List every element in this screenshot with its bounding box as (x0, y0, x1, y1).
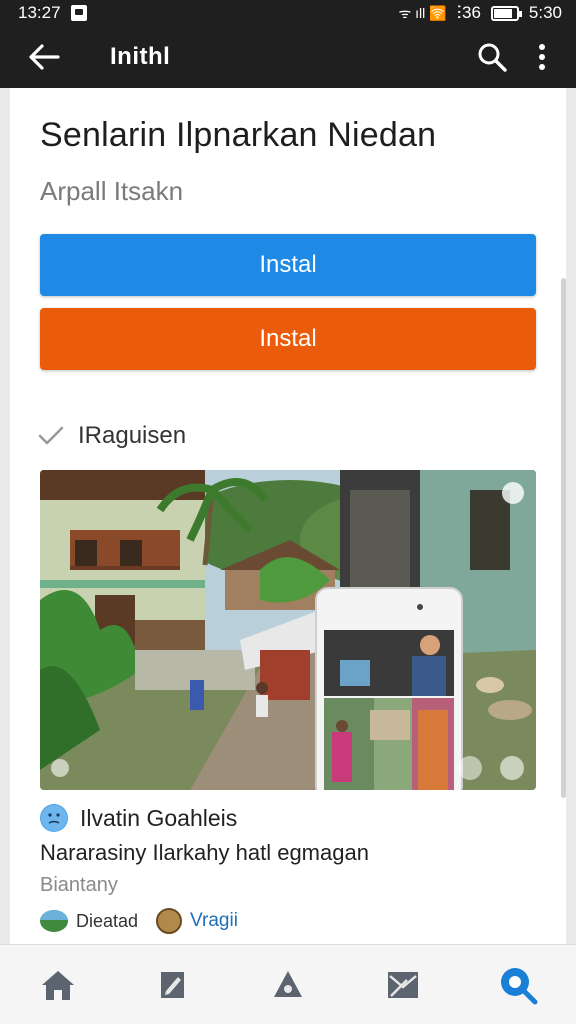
village-photo (40, 470, 536, 790)
app-title: Inithl (110, 43, 171, 70)
nav-edit[interactable] (143, 955, 203, 1015)
post-meta-row: Dieatad Vragii (40, 908, 238, 934)
app-bar: Inithl (0, 26, 576, 88)
content-panel[interactable]: Senlarin Ilpnarkan Niedan Arpall Itsakn … (10, 88, 566, 944)
battery-icon (490, 5, 522, 21)
mail-icon (388, 971, 419, 998)
bottom-nav (0, 944, 576, 1024)
carrier-label: ⵗ36 (456, 3, 481, 22)
edit-icon (160, 971, 184, 998)
arrow-left-icon (29, 44, 60, 70)
check-icon (38, 426, 64, 445)
install-button-primary[interactable]: Instal (40, 234, 536, 296)
notification-icon (70, 5, 87, 21)
status-bar: 13:27 ᯤ ıll 🛜 ⵗ36 5:30 (0, 0, 576, 26)
nav-home[interactable] (28, 955, 88, 1015)
more-vertical-icon (539, 44, 545, 70)
scrollbar-thumb[interactable] (561, 278, 566, 798)
status-right: ᯤ ıll 🛜 ⵗ36 5:30 (398, 3, 562, 23)
nav-drop[interactable] (258, 955, 318, 1015)
page-title: Senlarin Ilpnarkan Niedan (40, 116, 437, 154)
status-left: 13:27 (18, 3, 87, 23)
back-button[interactable] (14, 26, 74, 88)
face-icon (40, 804, 68, 832)
install-button-secondary[interactable]: Instal (40, 308, 536, 370)
search-icon (501, 967, 538, 1004)
meta-link-b[interactable]: Vragii (190, 910, 238, 932)
search-icon (478, 43, 507, 72)
home-icon (41, 970, 74, 1000)
post-subtext: Biantany (40, 874, 118, 896)
meta-label-a: Dieatad (76, 910, 139, 931)
nav-search[interactable] (488, 955, 548, 1015)
post-description: Nararasiny Ilarkahy hatl egmagan (40, 840, 369, 865)
network-indicator: ᯤ ıll 🛜 (398, 4, 447, 21)
section-label: IRaguisen (78, 422, 187, 449)
hero-image[interactable] (40, 470, 536, 790)
more-button[interactable] (522, 26, 562, 88)
post-author-name: Ilvatin Goahleis (80, 804, 238, 831)
section-header[interactable]: IRaguisen (38, 422, 186, 450)
search-button[interactable] (462, 26, 522, 88)
nav-mail[interactable] (373, 955, 433, 1015)
drop-icon (273, 970, 302, 997)
face-glyph (41, 805, 67, 831)
status-time-right: 5:30 (528, 3, 562, 22)
status-time: 13:27 (18, 3, 61, 22)
post-author-row[interactable]: Ilvatin Goahleis (40, 804, 237, 832)
avatar[interactable] (156, 908, 183, 934)
page-subtitle: Arpall Itsakn (40, 176, 184, 206)
thumbnail-icon (40, 910, 68, 932)
